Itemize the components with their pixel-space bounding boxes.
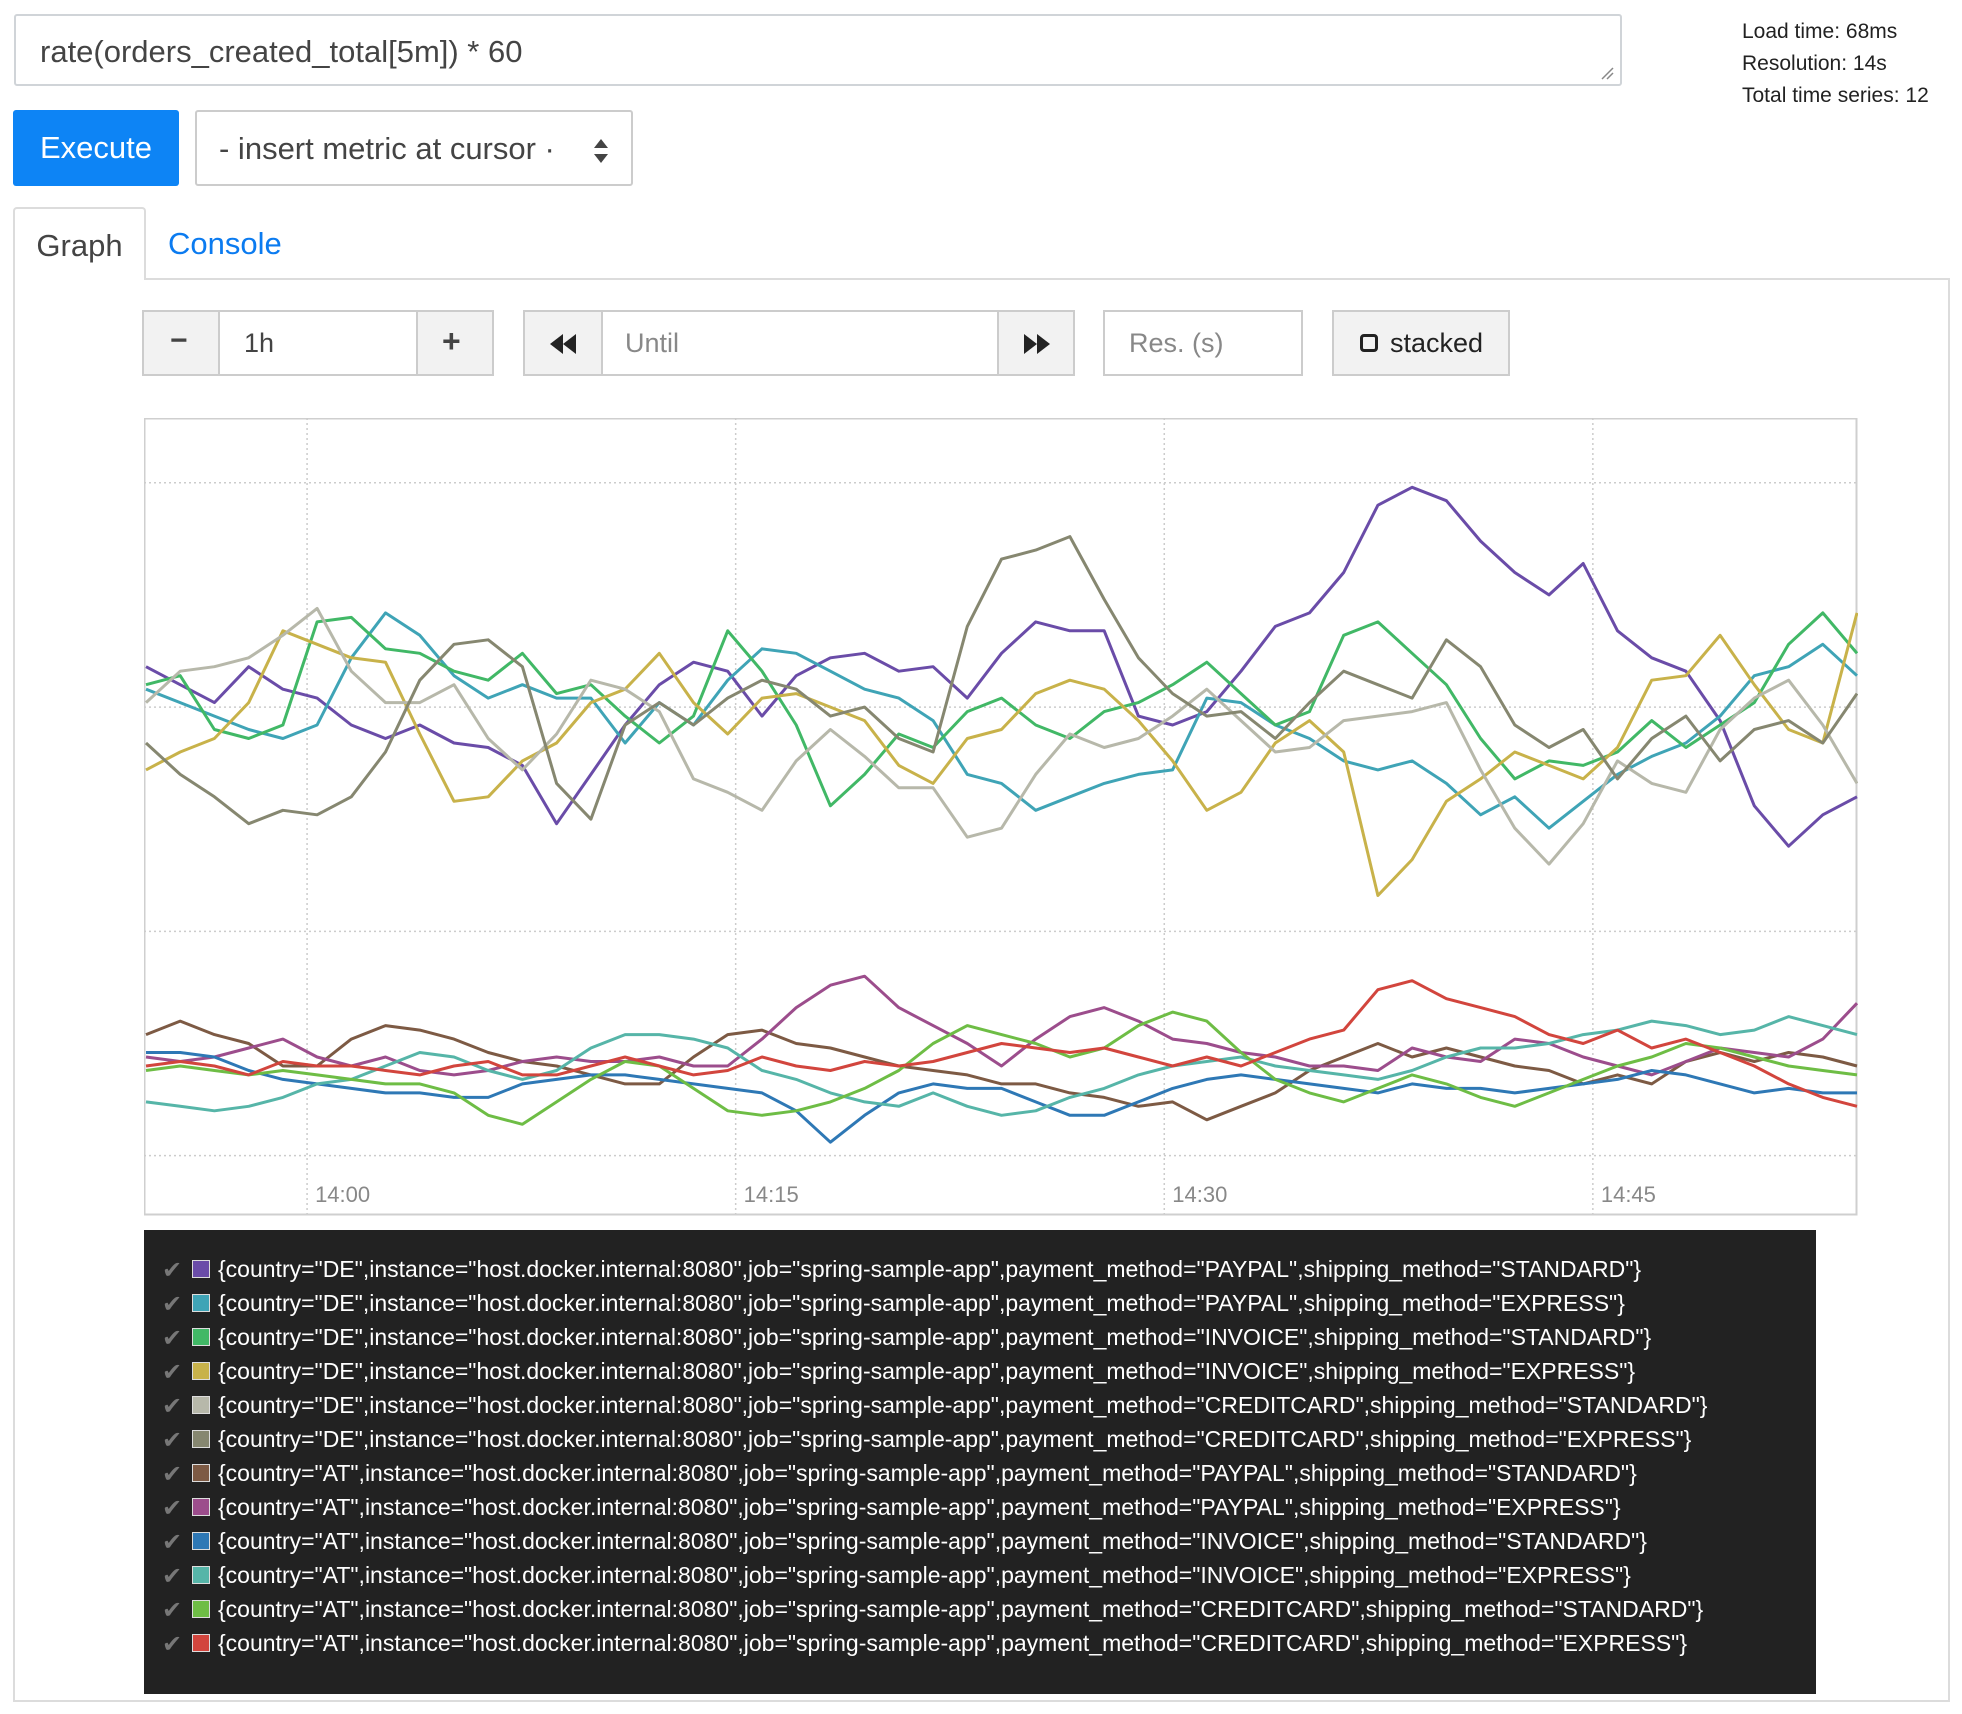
tab-graph[interactable]: Graph (13, 207, 146, 280)
time-back-button[interactable] (523, 310, 603, 376)
range-decrease-button[interactable]: − (142, 310, 220, 376)
resize-grip-icon[interactable] (1600, 66, 1614, 80)
x-tick-label: 14:15 (744, 1182, 799, 1207)
legend-swatch (192, 1396, 210, 1414)
legend-swatch (192, 1362, 210, 1380)
tab-console[interactable]: Console (160, 207, 290, 280)
plus-icon: + (442, 323, 461, 359)
checkmark-icon: ✔ (162, 1461, 183, 1488)
checkmark-icon: ✔ (162, 1257, 183, 1284)
checkmark-icon: ✔ (162, 1495, 183, 1522)
series-legend: ✔ {country="DE",instance="host.docker.int… (144, 1230, 1816, 1694)
resolution: Resolution: 14s (1742, 52, 1887, 75)
legend-swatch (192, 1260, 210, 1278)
legend-label: {country="AT",instance="host.docker.inte… (218, 1494, 1621, 1520)
time-series-chart[interactable]: 05101514:0014:1514:3014:45 (144, 418, 1858, 1218)
legend-swatch (192, 1430, 210, 1448)
until-placeholder: Until (625, 328, 680, 358)
checkmark-icon: ✔ (162, 1597, 183, 1624)
legend-item[interactable]: ✔ {country="AT",instance="host.docker.int… (144, 1492, 1816, 1526)
legend-label: {country="DE",instance="host.docker.inte… (218, 1426, 1692, 1452)
legend-label: {country="AT",instance="host.docker.inte… (218, 1528, 1647, 1554)
legend-item[interactable]: ✔ {country="DE",instance="host.docker.int… (144, 1424, 1816, 1458)
checkbox-icon (1360, 334, 1378, 352)
legend-label: {country="AT",instance="host.docker.inte… (218, 1562, 1631, 1588)
stacked-label: stacked (1390, 328, 1484, 358)
time-forward-button[interactable] (997, 310, 1075, 376)
metric-select-label: - insert metric at cursor · (219, 131, 555, 166)
checkmark-icon: ✔ (162, 1359, 183, 1386)
legend-item[interactable]: ✔ {country="DE",instance="host.docker.int… (144, 1356, 1816, 1390)
checkmark-icon: ✔ (162, 1529, 183, 1556)
execute-button[interactable]: Execute (13, 110, 179, 186)
rewind-icon (550, 334, 576, 354)
load-time: Load time: 68ms (1742, 20, 1898, 43)
legend-item[interactable]: ✔ {country="DE",instance="host.docker.int… (144, 1288, 1816, 1322)
legend-swatch (192, 1294, 210, 1312)
legend-swatch (192, 1566, 210, 1584)
metric-select[interactable]: - insert metric at cursor · (195, 110, 633, 186)
expression-text: rate(orders_created_total[5m]) * 60 (40, 34, 523, 69)
legend-label: {country="AT",instance="host.docker.inte… (218, 1596, 1704, 1622)
checkmark-icon: ✔ (162, 1393, 183, 1420)
legend-item[interactable]: ✔ {country="AT",instance="host.docker.int… (144, 1458, 1816, 1492)
resolution-placeholder: Res. (s) (1129, 328, 1224, 358)
legend-label: {country="DE",instance="host.docker.inte… (218, 1324, 1652, 1350)
total-series: Total time series: 12 (1742, 84, 1929, 107)
checkmark-icon: ✔ (162, 1563, 183, 1590)
legend-label: {country="DE",instance="host.docker.inte… (218, 1256, 1642, 1282)
checkmark-icon: ✔ (162, 1631, 183, 1658)
legend-label: {country="DE",instance="host.docker.inte… (218, 1392, 1708, 1418)
checkmark-icon: ✔ (162, 1325, 183, 1352)
legend-item[interactable]: ✔ {country="AT",instance="host.docker.int… (144, 1594, 1816, 1628)
fast-forward-icon (1024, 334, 1050, 354)
legend-item[interactable]: ✔ {country="DE",instance="host.docker.int… (144, 1254, 1816, 1288)
legend-item[interactable]: ✔ {country="DE",instance="host.docker.int… (144, 1322, 1816, 1356)
legend-item[interactable]: ✔ {country="AT",instance="host.docker.int… (144, 1560, 1816, 1594)
expression-input[interactable]: rate(orders_created_total[5m]) * 60 (14, 14, 1622, 86)
minus-icon: − (170, 324, 188, 357)
x-tick-label: 14:45 (1601, 1182, 1656, 1207)
checkmark-icon: ✔ (162, 1427, 183, 1454)
range-input[interactable]: 1h (218, 310, 418, 376)
range-value: 1h (244, 328, 275, 358)
until-input[interactable]: Until (601, 310, 999, 376)
legend-swatch (192, 1532, 210, 1550)
x-tick-label: 14:00 (315, 1182, 370, 1207)
stacked-toggle[interactable]: stacked (1332, 310, 1510, 376)
plot-frame (144, 418, 1858, 1216)
legend-swatch (192, 1328, 210, 1346)
updown-chevron-icon (594, 139, 608, 163)
legend-label: {country="DE",instance="host.docker.inte… (218, 1358, 1636, 1384)
legend-label: {country="DE",instance="host.docker.inte… (218, 1290, 1625, 1316)
legend-swatch (192, 1634, 210, 1652)
legend-label: {country="AT",instance="host.docker.inte… (218, 1630, 1688, 1656)
legend-label: {country="AT",instance="host.docker.inte… (218, 1460, 1637, 1486)
legend-swatch (192, 1600, 210, 1618)
legend-swatch (192, 1498, 210, 1516)
legend-item[interactable]: ✔ {country="AT",instance="host.docker.int… (144, 1628, 1816, 1662)
checkmark-icon: ✔ (162, 1291, 183, 1318)
query-stats: Load time: 68ms Resolution: 14s Total ti… (1742, 16, 1929, 112)
range-increase-button[interactable]: + (416, 310, 494, 376)
legend-item[interactable]: ✔ {country="DE",instance="host.docker.int… (144, 1390, 1816, 1424)
legend-item[interactable]: ✔ {country="AT",instance="host.docker.int… (144, 1526, 1816, 1560)
legend-swatch (192, 1464, 210, 1482)
resolution-input[interactable]: Res. (s) (1103, 310, 1303, 376)
x-tick-label: 14:30 (1172, 1182, 1227, 1207)
